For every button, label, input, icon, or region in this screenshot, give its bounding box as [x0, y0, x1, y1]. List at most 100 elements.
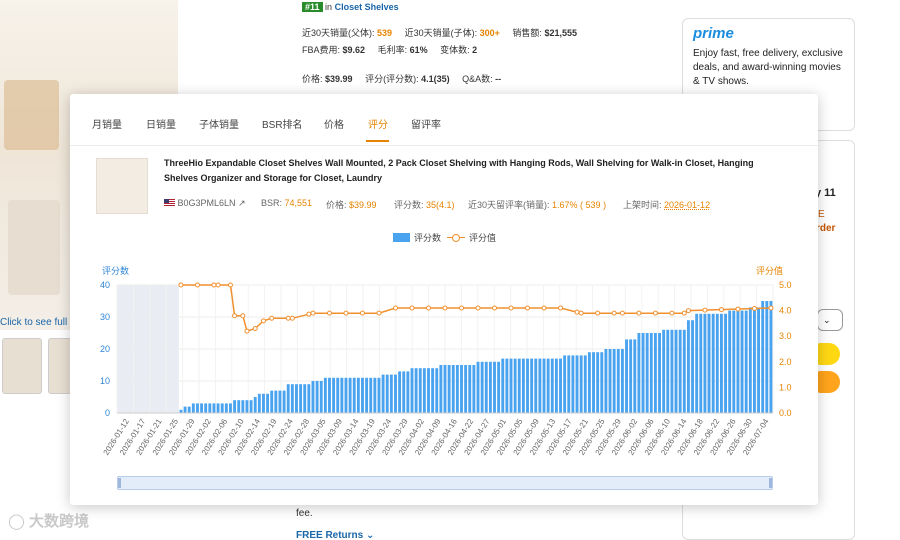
- bar-rating-count: [286, 384, 290, 413]
- bar-rating-count: [332, 377, 336, 413]
- point-rating-value: [269, 315, 275, 321]
- bar-rating-count: [216, 403, 220, 413]
- point-rating-value: [343, 310, 349, 316]
- bar-rating-count: [439, 365, 443, 413]
- point-rating-value: [611, 310, 617, 316]
- bar-rating-count: [290, 384, 294, 413]
- qa-value: --: [495, 74, 502, 84]
- bar-rating-count: [699, 313, 703, 413]
- bar-rating-count: [451, 365, 455, 413]
- chevron-down-icon: ⌄: [366, 530, 375, 540]
- bar-rating-count: [546, 358, 550, 413]
- bar-rating-count: [224, 403, 228, 413]
- point-rating-value: [260, 318, 266, 324]
- bar-rating-count: [616, 349, 620, 413]
- bar-rating-count: [229, 403, 232, 413]
- bar-rating-count: [373, 377, 377, 413]
- bar-rating-count: [674, 329, 678, 413]
- prime-logo[interactable]: prime: [693, 26, 844, 41]
- child-sales-label: 近30天销量(子体):: [404, 28, 478, 38]
- bar-rating-count: [691, 320, 694, 413]
- hanging-clothes-image: [8, 200, 60, 295]
- see-full-view-link[interactable]: Click to see full: [0, 317, 67, 328]
- price-value: $39.99: [325, 74, 353, 84]
- bar-rating-count: [220, 403, 224, 413]
- bar-rating-count: [571, 355, 575, 413]
- bar-rating-count: [641, 333, 645, 413]
- point-rating-value: [619, 310, 625, 316]
- bar-rating-count: [653, 333, 657, 413]
- bar-rating-count: [394, 374, 397, 413]
- bar-rating-count: [484, 361, 488, 413]
- fee-text: fee.: [296, 508, 313, 519]
- bar-rating-count: [625, 339, 628, 413]
- bar-rating-count: [637, 333, 641, 413]
- bar-rating-count: [748, 307, 752, 413]
- bar-rating-count: [237, 400, 241, 413]
- bar-rating-count: [563, 355, 567, 413]
- delivery-date-fragment: y 11: [815, 187, 836, 199]
- bar-rating-count: [443, 365, 447, 413]
- bar-rating-count: [406, 371, 410, 413]
- bar-rating-count: [513, 358, 517, 413]
- y-left-tick-label: 10: [100, 376, 110, 386]
- bar-rating-count: [282, 390, 286, 413]
- bar-rating-count: [493, 361, 496, 413]
- bar-rating-count: [319, 381, 323, 413]
- sales-amount-label: 销售额:: [512, 28, 542, 38]
- point-rating-value: [768, 305, 774, 311]
- bar-rating-count: [559, 358, 562, 413]
- bar-rating-count: [666, 329, 670, 413]
- prime-description: Enjoy fast, free delivery, exclusive dea…: [693, 48, 843, 87]
- bar-rating-count: [682, 329, 686, 413]
- rating-value[interactable]: 4.1(35): [421, 74, 450, 84]
- bar-rating-count: [381, 374, 385, 413]
- slider-right-handle[interactable]: [769, 478, 772, 488]
- point-rating-value: [669, 310, 675, 316]
- chart-zoom-slider[interactable]: [117, 476, 773, 490]
- rank-badge: #11: [302, 2, 323, 12]
- y-right-tick-label: 5.0: [779, 280, 792, 290]
- y-left-tick-label: 0: [105, 408, 110, 418]
- bar-rating-count: [678, 329, 682, 413]
- point-rating-value: [306, 311, 312, 317]
- bar-rating-count: [468, 365, 472, 413]
- bar-rating-count: [196, 403, 199, 413]
- bar-rating-count: [208, 403, 212, 413]
- point-rating-value: [574, 309, 580, 315]
- bar-rating-count: [340, 377, 344, 413]
- bar-rating-count: [592, 352, 595, 413]
- bar-rating-count: [542, 358, 546, 413]
- bar-rating-count: [505, 358, 509, 413]
- margin-label: 毛利率:: [377, 45, 408, 55]
- point-rating-value: [232, 313, 238, 319]
- slider-left-handle[interactable]: [118, 478, 121, 488]
- bar-rating-count: [356, 377, 360, 413]
- bar-rating-count: [365, 377, 369, 413]
- point-rating-value: [211, 282, 217, 288]
- bar-rating-count: [649, 333, 653, 413]
- category-link[interactable]: Closet Shelves: [335, 2, 399, 12]
- bar-rating-count: [447, 365, 451, 413]
- free-returns-link[interactable]: FREE Returns ⌄: [296, 530, 374, 540]
- bar-rating-count: [328, 377, 331, 413]
- bar-rating-count: [554, 358, 558, 413]
- bar-rating-count: [418, 368, 422, 413]
- bar-rating-count: [497, 361, 501, 413]
- thumbnail-1[interactable]: [2, 338, 42, 394]
- bar-rating-count: [352, 377, 356, 413]
- point-rating-value: [492, 305, 498, 311]
- bar-rating-count: [761, 301, 765, 413]
- bar-rating-count: [596, 352, 600, 413]
- bar-rating-count: [587, 352, 591, 413]
- bar-rating-count: [270, 390, 274, 413]
- bar-rating-count: [427, 368, 430, 413]
- bar-rating-count: [460, 365, 463, 413]
- bar-rating-count: [765, 301, 769, 413]
- bar-rating-count: [278, 390, 282, 413]
- point-rating-value: [376, 310, 382, 316]
- quantity-select[interactable]: ⌄: [817, 309, 843, 331]
- bar-rating-count: [736, 310, 740, 413]
- qa-label: Q&A数:: [462, 74, 493, 84]
- bar-rating-count: [295, 384, 298, 413]
